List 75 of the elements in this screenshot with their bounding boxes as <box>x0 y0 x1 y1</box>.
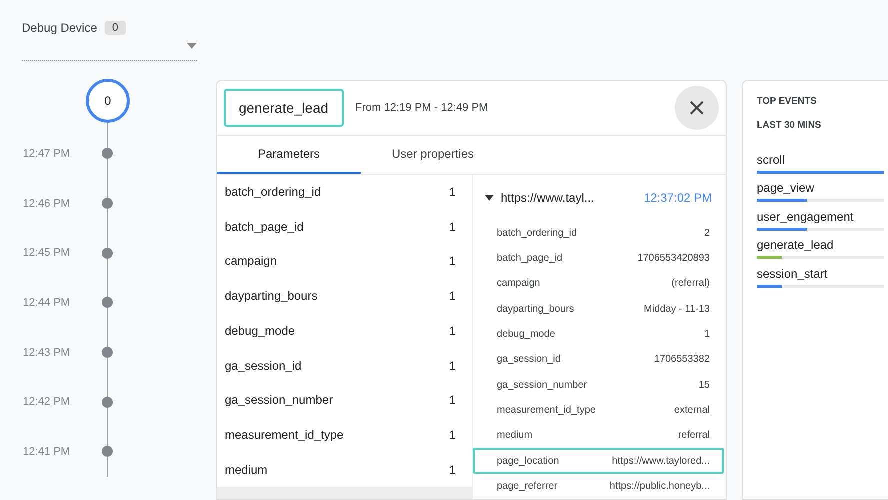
parameter-name: ga_session_number <box>225 393 334 408</box>
top-event-name[interactable]: generate_lead <box>757 238 834 252</box>
detail-key: page_location <box>497 456 560 467</box>
detail-key: measurement_id_type <box>497 404 596 416</box>
parameter-name: ga_session_id <box>225 358 302 373</box>
event-url: https://www.tayl... <box>501 190 596 205</box>
detail-key: dayparting_bours <box>497 304 574 315</box>
parameter-name: measurement_id_type <box>225 428 344 442</box>
top-event-name[interactable]: page_view <box>757 181 814 195</box>
timeline-time: 12:41 PM <box>22 446 72 458</box>
timeline-time: 12:45 PM <box>22 247 72 260</box>
parameter-name: debug_mode <box>225 324 296 338</box>
timeline-time: 12:43 PM <box>22 346 72 359</box>
top-event-name[interactable]: user_engagement <box>757 210 854 224</box>
top-events-subtitle: LAST 30 MINS <box>756 119 822 133</box>
parameter-count: 1 <box>449 462 456 477</box>
caret-icon[interactable] <box>187 43 197 49</box>
detail-key: batch_ordering_id <box>497 228 578 239</box>
tab[interactable]: Parameters <box>217 136 361 174</box>
detail-key: ga_session_id <box>497 354 561 366</box>
tab[interactable]: User properties <box>361 136 505 174</box>
debug-device-label: Debug Device <box>22 21 98 35</box>
detail-value: (referral) <box>672 278 710 290</box>
detail-key: ga_session_number <box>497 380 588 391</box>
detail-value: https://www.taylored... <box>612 456 710 467</box>
timeline-time: 12:44 PM <box>22 296 72 309</box>
timeline-time: 12:42 PM <box>22 396 72 408</box>
detail-value: 1 <box>704 329 710 340</box>
close-button[interactable] <box>675 86 719 130</box>
device-dropdown[interactable] <box>22 43 197 61</box>
parameter-count: 1 <box>449 220 456 234</box>
detail-value: 1706553382 <box>654 354 710 366</box>
parameter-count: 1 <box>449 324 456 338</box>
event-count-ring: 0 <box>86 79 130 123</box>
timeline-dot[interactable] <box>102 446 113 458</box>
detail-value: 15 <box>698 380 710 391</box>
expand-triangle-icon[interactable] <box>485 194 494 201</box>
detail-value: Midday - 11-13 <box>644 304 710 315</box>
parameter-count: 1 <box>449 428 456 442</box>
parameter-count: 1 <box>449 358 456 373</box>
detail-key: campaign <box>497 278 540 290</box>
timeline-time: 12:47 PM <box>22 148 72 160</box>
detail-key: batch_page_id <box>497 253 563 264</box>
parameter-name: batch_page_id <box>225 220 304 234</box>
timeline-dot[interactable] <box>102 248 113 259</box>
parameter-name: medium <box>225 462 268 477</box>
detail-value: https://public.honeyb... <box>610 480 710 492</box>
top-events-title: TOP EVENTS <box>756 96 818 107</box>
event-time: 12:37:02 PM <box>644 190 712 205</box>
timeline-dot[interactable] <box>102 148 113 160</box>
top-event-name[interactable]: session_start <box>757 266 828 280</box>
time-range: From 12:19 PM - 12:49 PM <box>356 102 490 114</box>
timeline-dot[interactable] <box>102 347 113 358</box>
parameter-name: campaign <box>225 254 278 268</box>
timeline-dot[interactable] <box>102 396 113 408</box>
top-event-name[interactable]: scroll <box>757 152 786 166</box>
device-count: 0 <box>105 21 126 35</box>
detail-key: page_referrer <box>497 480 558 492</box>
detail-key: medium <box>497 430 533 442</box>
detail-value: external <box>674 404 710 416</box>
timeline-dot[interactable] <box>102 297 113 308</box>
parameter-name: batch_ordering_id <box>225 185 322 200</box>
detail-value: 2 <box>704 228 710 239</box>
detail-key: debug_mode <box>497 329 556 340</box>
event-name: generate_lead <box>224 88 344 127</box>
timeline-dot[interactable] <box>102 198 113 210</box>
timeline-time: 12:46 PM <box>22 198 72 210</box>
close-icon[interactable] <box>689 100 705 116</box>
parameter-count: 1 <box>449 185 456 200</box>
parameter-count: 1 <box>449 289 456 304</box>
detail-value: 1706553420893 <box>638 253 710 264</box>
parameter-count: 1 <box>449 254 456 268</box>
detail-value: referral <box>678 430 710 442</box>
parameter-name: dayparting_bours <box>225 289 318 304</box>
parameter-count: 1 <box>449 393 456 408</box>
